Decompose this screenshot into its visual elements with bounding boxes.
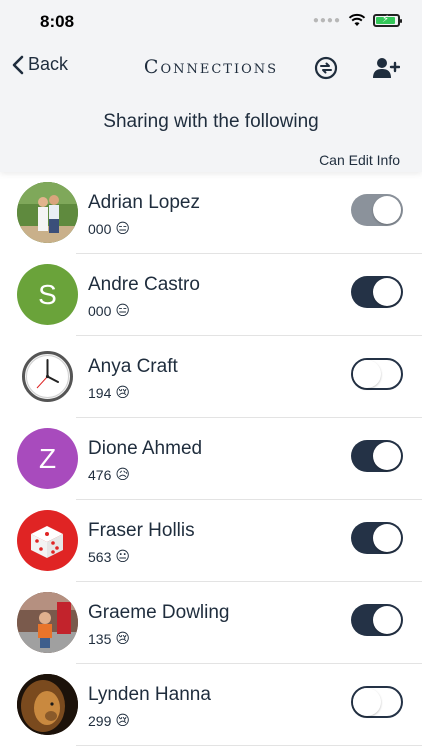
contact-name: Adrian Lopez [88, 192, 200, 213]
expressionless-emoji-icon: 😑 [115, 220, 130, 236]
header: 8:08 ●●●● ⚡ Back Connections Sharing wit… [0, 0, 422, 172]
dice-icon [31, 526, 63, 558]
list-item[interactable]: Fraser Hollis 563 😐 [0, 500, 422, 582]
contact-count: 000 [88, 220, 112, 237]
contact-name: Andre Castro [88, 274, 200, 295]
add-user-icon[interactable] [372, 57, 400, 79]
contact-name: Dione Ahmed [88, 438, 203, 459]
page-title: Connections [143, 56, 279, 78]
crying-emoji-icon: 😢 [115, 712, 130, 728]
contact-meta: 000 😑 [88, 302, 130, 319]
contact-count: 194 [88, 384, 112, 401]
avatar-letter: Z [38, 442, 57, 474]
wifi-icon [348, 13, 366, 26]
crying-emoji-icon: 😢 [115, 384, 130, 400]
list-item[interactable]: Anya Craft 194 😢 [0, 336, 422, 418]
status-bar: 8:08 ●●●● ⚡ [0, 0, 422, 44]
sync-icon[interactable] [314, 56, 338, 80]
photo-couple-avatar [17, 182, 78, 243]
expressionless-emoji-icon: 😑 [115, 302, 130, 318]
contact-name: Anya Craft [88, 356, 178, 377]
photo-child-avatar [17, 592, 78, 653]
contact-meta: 563 😐 [88, 548, 130, 565]
can-edit-toggle[interactable] [351, 440, 403, 472]
list-item[interactable]: S Andre Castro 000 😑 [0, 254, 422, 336]
contact-name: Graeme Dowling [88, 602, 230, 623]
photo-lion-avatar [17, 674, 78, 735]
status-icons: ●●●● ⚡ [312, 13, 402, 27]
list-item[interactable]: Graeme Dowling 135 😢 [0, 582, 422, 664]
signal-icon: ●●●● [312, 14, 341, 26]
sharing-title: Sharing with the following [103, 111, 319, 132]
contact-count: 299 [88, 712, 112, 729]
sad-sweat-emoji-icon: 😥 [115, 466, 130, 482]
contact-count: 563 [88, 548, 112, 565]
avatar [17, 182, 78, 243]
can-edit-toggle[interactable] [351, 276, 403, 308]
avatar [17, 674, 78, 735]
contact-meta: 299 😢 [88, 712, 130, 729]
contact-name: Fraser Hollis [88, 520, 195, 541]
contact-meta: 194 😢 [88, 384, 130, 401]
list-item[interactable]: Lynden Hanna 299 😢 [0, 664, 422, 746]
contact-meta: 000 😑 [88, 220, 130, 237]
list-item[interactable]: Adrian Lopez 000 😑 [0, 172, 422, 254]
can-edit-toggle[interactable] [351, 522, 403, 554]
battery-icon: ⚡ [373, 13, 402, 27]
nav-bar: Back Connections [0, 44, 422, 92]
contact-meta: 135 😢 [88, 630, 130, 647]
can-edit-toggle[interactable] [351, 194, 403, 226]
neutral-emoji-icon: 😐 [115, 548, 130, 564]
can-edit-toggle[interactable] [351, 604, 403, 636]
can-edit-toggle[interactable] [351, 686, 403, 718]
avatar-letter: S [38, 278, 57, 310]
can-edit-toggle[interactable] [351, 358, 403, 390]
contact-count: 476 [88, 466, 112, 483]
avatar: Z [17, 428, 78, 489]
avatar [17, 592, 78, 653]
contact-name: Lynden Hanna [88, 684, 211, 705]
list-item[interactable]: Z Dione Ahmed 476 😥 [0, 418, 422, 500]
contact-count: 000 [88, 302, 112, 319]
contact-count: 135 [88, 630, 112, 647]
crying-emoji-icon: 😢 [115, 630, 130, 646]
connections-list: Adrian Lopez 000 😑 S Andre Castro 000 😑 [0, 172, 422, 746]
status-time: 8:08 [40, 12, 75, 31]
clock-icon [22, 351, 73, 402]
can-edit-column-label: Can Edit Info [319, 152, 400, 168]
contact-meta: 476 😥 [88, 466, 130, 483]
avatar: S [17, 264, 78, 325]
avatar [17, 346, 78, 407]
avatar [17, 510, 78, 571]
